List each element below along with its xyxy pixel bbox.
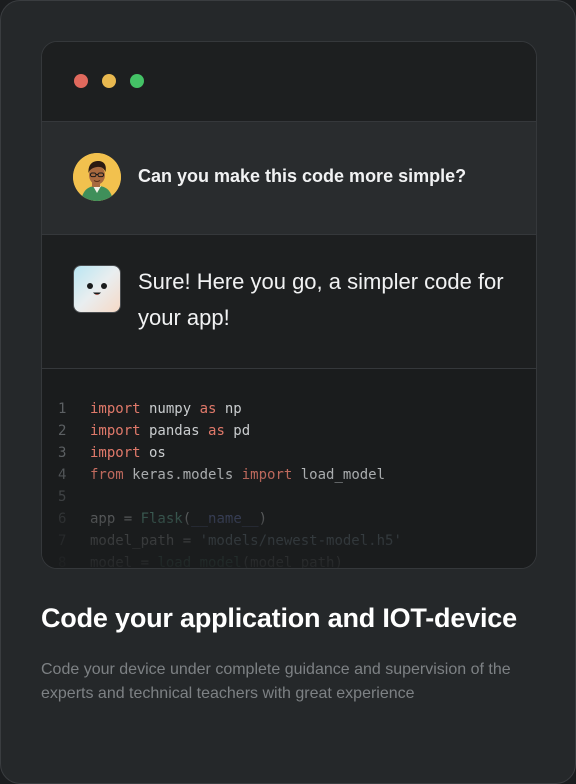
code-text: model = load_model(model_path) [90, 552, 343, 568]
code-token: ) [258, 511, 268, 527]
code-token: as [199, 401, 217, 417]
code-line: 3 import os [42, 442, 536, 464]
code-token: keras.models [123, 467, 242, 483]
code-token: pd [224, 423, 251, 439]
code-token: import [90, 401, 141, 417]
line-number: 2 [58, 423, 67, 439]
line-number: 8 [58, 555, 67, 568]
code-line: 8 model = load_model(model_path) [42, 552, 536, 568]
line-number: 3 [58, 445, 67, 461]
code-token: 'models/newest-model.h5' [199, 533, 402, 549]
code-token: Flask [140, 511, 183, 527]
code-token: ( [182, 511, 192, 527]
code-line: 2 import pandas as pd [42, 420, 536, 442]
code-token: (model_path) [241, 555, 343, 568]
code-line: 7 model_path = 'models/newest-model.h5' [42, 530, 536, 552]
assistant-bot-avatar [73, 265, 121, 313]
code-token: import [90, 445, 141, 461]
chat-window: Can you make this code more simple? Sure… [41, 41, 537, 569]
user-avatar [73, 153, 121, 201]
user-message-row: Can you make this code more simple? [42, 122, 536, 235]
code-text: import pandas as pd [90, 420, 250, 442]
code-token: load_model [292, 467, 386, 483]
user-message-text: Can you make this code more simple? [138, 166, 467, 186]
code-token: np [216, 401, 242, 417]
code-text: import os [90, 442, 166, 464]
code-token: pandas [140, 423, 209, 439]
code-token: as [208, 423, 225, 439]
minimize-window-dot[interactable] [102, 74, 116, 88]
code-token: model_path = [90, 533, 200, 549]
line-number: 5 [58, 489, 67, 505]
code-line: 5 [42, 486, 536, 508]
code-token: import [90, 423, 141, 439]
line-number: 4 [58, 467, 67, 483]
code-text: import numpy as np [90, 398, 242, 420]
assistant-message-text: Sure! Here you go, a simpler code for yo… [138, 269, 504, 330]
line-number: 7 [58, 533, 67, 549]
code-token: os [140, 445, 166, 461]
code-token: numpy [140, 401, 200, 417]
code-line: 1 import numpy as np [42, 398, 536, 420]
code-token: __name__ [191, 511, 259, 527]
feature-description: Code your device under complete guidance… [41, 661, 511, 702]
feature-title: Code your application and IOT-device [41, 603, 517, 633]
code-snippet: 1 import numpy as np 2 import pandas as pd 3… [42, 369, 536, 568]
line-number: 6 [58, 511, 67, 527]
feature-card: Can you make this code more simple? Sure… [0, 0, 576, 784]
code-token: from [90, 467, 124, 483]
code-token: model = [90, 555, 158, 568]
code-line: 4 from keras.models import load_model [42, 464, 536, 486]
window-titlebar [42, 42, 536, 122]
code-token: load_model [157, 555, 242, 568]
code-text: model_path = 'models/newest-model.h5' [90, 530, 402, 552]
code-token: app = [90, 511, 141, 527]
line-number: 1 [58, 401, 67, 417]
assistant-message-row: Sure! Here you go, a simpler code for yo… [42, 235, 536, 369]
code-line: 6 app = Flask(__name__) [42, 508, 536, 530]
code-token: import [241, 467, 293, 483]
maximize-window-dot[interactable] [130, 74, 144, 88]
close-window-dot[interactable] [74, 74, 88, 88]
code-text: app = Flask(__name__) [90, 508, 267, 530]
code-text: from keras.models import load_model [90, 464, 385, 486]
